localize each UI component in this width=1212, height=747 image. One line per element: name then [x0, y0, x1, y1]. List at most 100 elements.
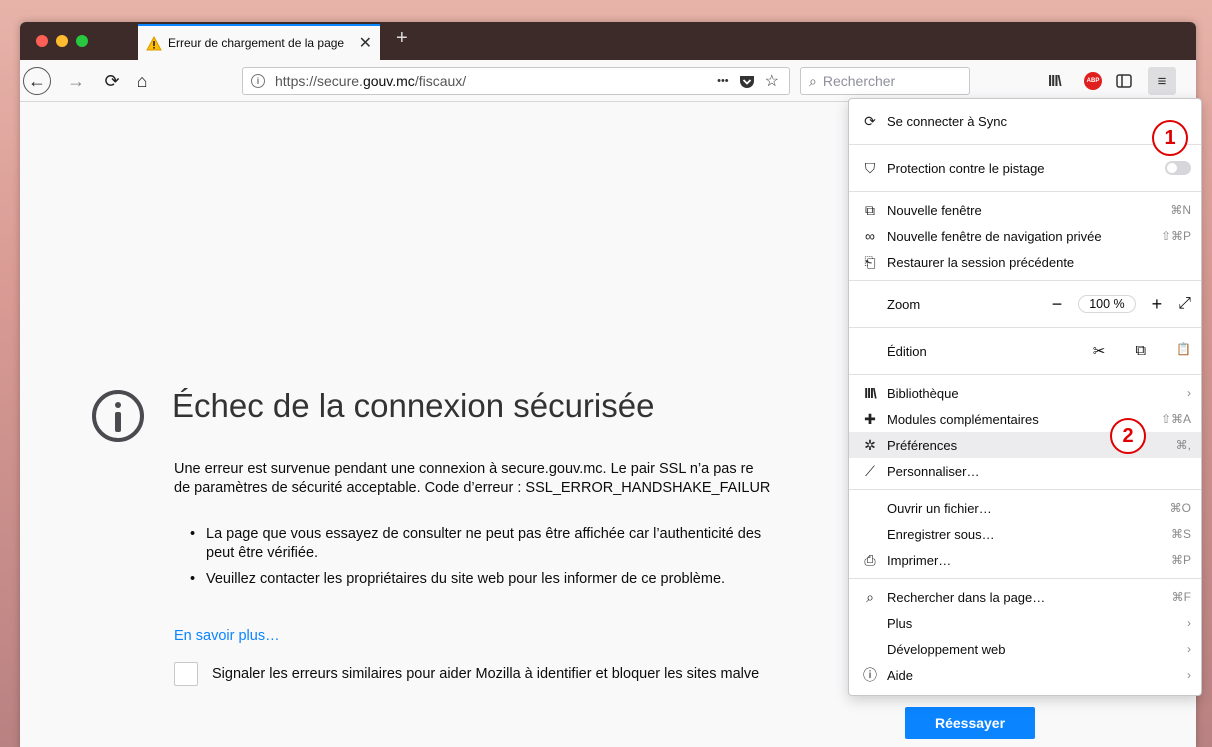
report-label: Signaler les erreurs similaires pour aid… [212, 666, 760, 682]
error-description: Une erreur est survenue pendant une conn… [174, 460, 874, 498]
menu-shortcut: ⌘N [1170, 203, 1191, 217]
fullscreen-icon[interactable]: ⤢ [1178, 295, 1191, 313]
bullet1-line2: peut être vérifiée. [206, 545, 319, 561]
help-icon: ⓘ [863, 667, 877, 683]
menu-shortcut: ⇧⌘A [1160, 412, 1191, 426]
menu-item-restore-session[interactable]: ⎗ Restaurer la session précédente [849, 249, 1201, 275]
menu-item-open-file[interactable]: Ouvrir un fichier… ⌘O [849, 495, 1201, 521]
tab-close-icon[interactable]: ✕ [359, 33, 372, 53]
divider [849, 280, 1201, 281]
home-button[interactable]: ⌂ [130, 69, 154, 93]
restore-session-icon: ⎗ [864, 253, 876, 270]
list-item: Veuillez contacter les propriétaires du … [190, 570, 880, 589]
menu-label: Zoom [887, 296, 921, 312]
url-bar[interactable]: i https://secure.gouv.mc/fiscaux/ ••• ☆ [242, 67, 790, 95]
zoom-window-button[interactable] [76, 35, 88, 47]
new-window-icon: ⧉ [865, 201, 875, 218]
zoom-reset-button[interactable]: 100 % [1078, 295, 1136, 313]
close-window-button[interactable] [36, 35, 48, 47]
hamburger-menu-button[interactable]: ≡ [1148, 67, 1176, 95]
nav-bar: ← → ⟳ ⌂ i https://secure.gouv.mc/fiscaux… [20, 60, 1196, 102]
menu-label: Rechercher dans la page… [887, 589, 1046, 605]
menu-label: Édition [887, 343, 927, 359]
menu-item-print[interactable]: ⎙ Imprimer… ⌘P [849, 547, 1201, 573]
shield-icon: ⛉ [864, 159, 876, 176]
submenu-arrow-icon: › [1187, 386, 1191, 400]
error-desc-line1: Une erreur est survenue pendant une conn… [174, 461, 754, 477]
adblock-icon[interactable]: ABP [1084, 72, 1102, 90]
menu-label: Personnaliser… [887, 463, 980, 479]
menu-label: Imprimer… [887, 552, 952, 568]
tab-active[interactable]: Erreur de chargement de la page ✕ [138, 24, 380, 60]
menu-item-find-in-page[interactable]: ⌕ Rechercher dans la page… ⌘F [849, 584, 1201, 610]
divider [849, 327, 1201, 328]
menu-item-save-as[interactable]: Enregistrer sous… ⌘S [849, 521, 1201, 547]
divider [849, 191, 1201, 192]
cut-icon[interactable]: ✂ [1093, 342, 1106, 360]
page-actions-icon[interactable]: ••• [717, 75, 729, 87]
error-bullets: La page que vous essayez de consulter ne… [190, 525, 880, 596]
menu-item-more[interactable]: Plus › [849, 610, 1201, 636]
url-text[interactable]: https://secure.gouv.mc/fiscaux/ [275, 73, 717, 89]
menu-label: Restaurer la session précédente [887, 254, 1075, 270]
copy-icon[interactable]: ⧉ [1135, 342, 1146, 360]
menu-item-tracking-protection[interactable]: ⛉ Protection contre le pistage [849, 150, 1201, 186]
menu-item-sync[interactable]: ⟳ Se connecter à Sync [849, 103, 1201, 139]
menu-label: Enregistrer sous… [887, 526, 995, 542]
menu-item-help[interactable]: ⓘ Aide › [849, 662, 1201, 688]
zoom-out-button[interactable]: − [1052, 294, 1063, 315]
private-mask-icon: ∞ [865, 228, 875, 244]
gear-icon: ✲ [864, 436, 876, 453]
search-bar[interactable]: ⌕ Rechercher [800, 67, 970, 95]
zoom-in-button[interactable]: + [1152, 294, 1163, 315]
sidebar-icon[interactable] [1116, 69, 1132, 93]
menu-shortcut: ⌘, [1175, 438, 1191, 452]
learn-more-link[interactable]: En savoir plus… [174, 628, 280, 644]
paintbrush-icon: ⟋ [865, 462, 875, 479]
menu-shortcut: ⌘O [1169, 501, 1191, 515]
pocket-icon[interactable] [739, 74, 755, 89]
submenu-arrow-icon: › [1187, 642, 1191, 656]
menu-item-preferences[interactable]: ✲ Préférences ⌘, [849, 432, 1201, 458]
info-icon [92, 390, 144, 442]
menu-item-new-window[interactable]: ⧉ Nouvelle fenêtre ⌘N [849, 197, 1201, 223]
divider [849, 578, 1201, 579]
menu-item-addons[interactable]: ✚ Modules complémentaires ⇧⌘A [849, 406, 1201, 432]
search-icon: ⌕ [809, 72, 817, 89]
library-icon: lll\ [864, 385, 877, 401]
tab-bar: Erreur de chargement de la page ✕ + [20, 22, 1196, 60]
divider [849, 144, 1201, 145]
search-placeholder: Rechercher [822, 73, 896, 89]
new-tab-button[interactable]: + [396, 27, 408, 50]
menu-label: Nouvelle fenêtre de navigation privée [887, 228, 1102, 244]
url-path: /fiscaux/ [414, 73, 467, 89]
back-button[interactable]: ← [23, 67, 51, 95]
site-info-icon[interactable]: i [251, 74, 265, 88]
menu-item-web-developer[interactable]: Développement web › [849, 636, 1201, 662]
menu-item-customize[interactable]: ⟋ Personnaliser… [849, 458, 1201, 484]
puzzle-icon: ✚ [864, 410, 876, 427]
error-desc-line2: de paramètres de sécurité acceptable. Co… [174, 480, 771, 496]
divider [849, 489, 1201, 490]
menu-item-library[interactable]: lll\ Bibliothèque › [849, 380, 1201, 406]
warning-icon [146, 35, 162, 50]
divider [849, 374, 1201, 375]
menu-shortcut: ⌘S [1170, 527, 1191, 541]
sync-icon: ⟳ [864, 112, 876, 129]
paste-icon[interactable]: 📋 [1176, 342, 1191, 360]
reload-button[interactable]: ⟳ [100, 69, 124, 93]
error-title: Échec de la connexion sécurisée [172, 387, 655, 424]
retry-button[interactable]: Réessayer [905, 707, 1035, 739]
report-checkbox[interactable] [174, 662, 198, 686]
printer-icon: ⎙ [864, 551, 876, 568]
minimize-window-button[interactable] [56, 35, 68, 47]
main-menu-panel: ⟳ Se connecter à Sync ⛉ Protection contr… [848, 98, 1202, 696]
tracking-toggle[interactable] [1165, 161, 1191, 175]
menu-item-private-window[interactable]: ∞ Nouvelle fenêtre de navigation privée … [849, 223, 1201, 249]
bookmark-star-icon[interactable]: ☆ [765, 71, 779, 91]
menu-label: Développement web [887, 641, 1006, 657]
menu-label: Se connecter à Sync [887, 113, 1007, 129]
forward-button[interactable]: → [64, 69, 88, 93]
url-prefix: https://secure. [275, 73, 363, 89]
library-icon[interactable]: lll\ [1048, 69, 1062, 93]
